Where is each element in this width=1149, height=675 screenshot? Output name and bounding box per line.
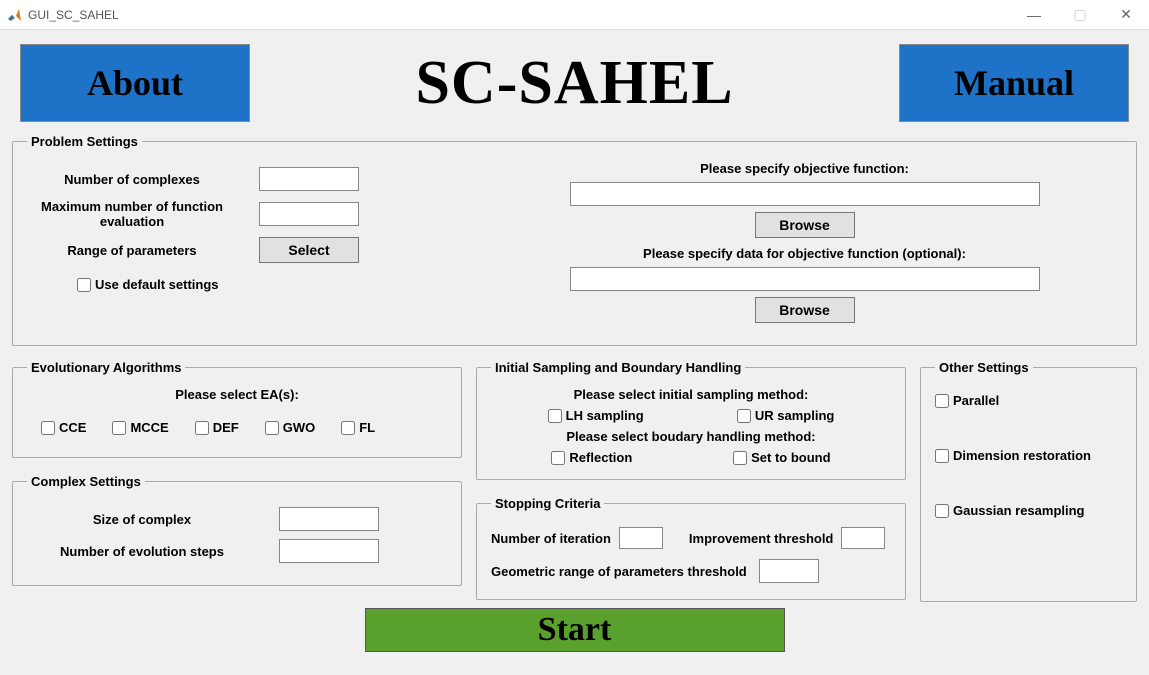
dimension-restoration-checkbox[interactable]: Dimension restoration (935, 448, 1122, 463)
problem-settings-legend: Problem Settings (27, 134, 142, 149)
ea-gwo[interactable]: GWO (265, 420, 316, 435)
use-default-checkbox-wrap[interactable]: Use default settings (77, 277, 219, 292)
improvement-label: Improvement threshold (689, 531, 833, 546)
matlab-icon (6, 7, 22, 23)
num-complexes-label: Number of complexes (27, 172, 237, 187)
manual-button[interactable]: Manual (899, 44, 1129, 122)
reflection-checkbox[interactable]: Reflection (551, 450, 632, 465)
sampling-group: Initial Sampling and Boundary Handling P… (476, 360, 906, 480)
ea-cce[interactable]: CCE (41, 420, 86, 435)
lh-sampling-checkbox[interactable]: LH sampling (548, 408, 644, 423)
evolution-steps-input[interactable] (279, 539, 379, 563)
use-default-label: Use default settings (95, 277, 219, 292)
range-params-label: Range of parameters (27, 243, 237, 258)
boundary-prompt: Please select boudary handling method: (491, 429, 891, 444)
evolution-steps-label: Number of evolution steps (27, 544, 257, 559)
app-window: GUI_SC_SAHEL — ▢ ✕ About SC-SAHEL Manual… (0, 0, 1149, 675)
max-eval-label: Maximum number of function evaluation (27, 199, 237, 229)
titlebar: GUI_SC_SAHEL — ▢ ✕ (0, 0, 1149, 30)
ea-mcce[interactable]: MCCE (112, 420, 168, 435)
ur-sampling-checkbox[interactable]: UR sampling (737, 408, 834, 423)
stopping-group: Stopping Criteria Number of iteration Im… (476, 496, 906, 600)
size-complex-label: Size of complex (27, 512, 257, 527)
other-legend: Other Settings (935, 360, 1033, 375)
other-settings-group: Other Settings Parallel Dimension restor… (920, 360, 1137, 602)
ea-prompt: Please select EA(s): (27, 387, 447, 402)
geo-range-label: Geometric range of parameters threshold (491, 564, 747, 579)
num-iter-input[interactable] (619, 527, 663, 549)
use-default-checkbox[interactable] (77, 278, 91, 292)
objective-label: Please specify objective function: (487, 161, 1122, 176)
ea-def[interactable]: DEF (195, 420, 239, 435)
init-sampling-prompt: Please select initial sampling method: (491, 387, 891, 402)
num-complexes-input[interactable] (259, 167, 359, 191)
window-title: GUI_SC_SAHEL (28, 8, 119, 22)
improvement-input[interactable] (841, 527, 885, 549)
problem-settings-group: Problem Settings Number of complexes Max… (12, 134, 1137, 346)
browse-data-button[interactable]: Browse (755, 297, 855, 323)
num-iter-label: Number of iteration (491, 531, 611, 546)
ea-group: Evolutionary Algorithms Please select EA… (12, 360, 462, 458)
start-button[interactable]: Start (365, 608, 785, 652)
set-bound-checkbox[interactable]: Set to bound (733, 450, 830, 465)
minimize-button[interactable]: — (1011, 0, 1057, 30)
data-label: Please specify data for objective functi… (487, 246, 1122, 261)
sampling-legend: Initial Sampling and Boundary Handling (491, 360, 745, 375)
max-eval-input[interactable] (259, 202, 359, 226)
complex-settings-group: Complex Settings Size of complex Number … (12, 474, 462, 586)
complex-legend: Complex Settings (27, 474, 145, 489)
parallel-checkbox[interactable]: Parallel (935, 393, 1122, 408)
about-button[interactable]: About (20, 44, 250, 122)
browse-objective-button[interactable]: Browse (755, 212, 855, 238)
stopping-legend: Stopping Criteria (491, 496, 604, 511)
close-button[interactable]: ✕ (1103, 0, 1149, 30)
ea-legend: Evolutionary Algorithms (27, 360, 185, 375)
gaussian-resampling-checkbox[interactable]: Gaussian resampling (935, 503, 1122, 518)
ea-fl[interactable]: FL (341, 420, 375, 435)
data-input[interactable] (570, 267, 1040, 291)
select-button[interactable]: Select (259, 237, 359, 263)
objective-input[interactable] (570, 182, 1040, 206)
client-area: About SC-SAHEL Manual Problem Settings N… (0, 30, 1149, 675)
header-bar: About SC-SAHEL Manual (12, 38, 1137, 128)
maximize-button[interactable]: ▢ (1057, 0, 1103, 30)
geo-range-input[interactable] (759, 559, 819, 583)
size-complex-input[interactable] (279, 507, 379, 531)
app-title: SC-SAHEL (280, 48, 869, 119)
